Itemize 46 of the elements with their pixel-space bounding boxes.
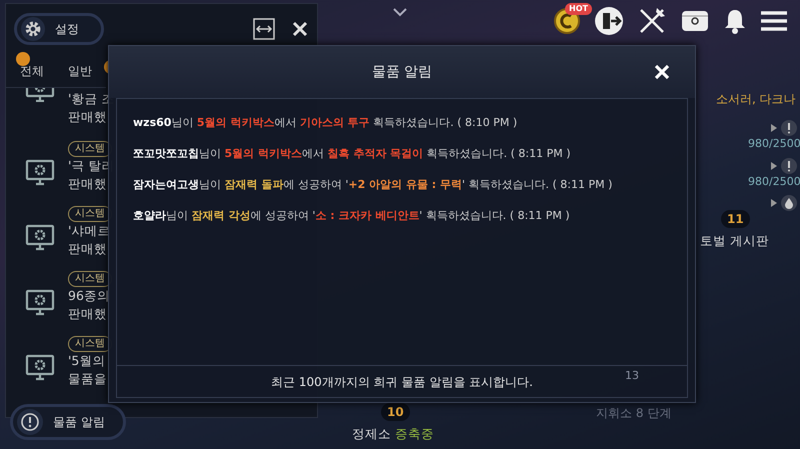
command-label: 지휘소 8 단계 [596, 405, 672, 422]
message-text: 판매했 [68, 108, 108, 126]
dialog-title: 물품 알림 [372, 62, 432, 82]
menu-icon[interactable] [760, 10, 788, 32]
message-text: '극 탈리 [68, 157, 114, 175]
board-label: 토벌 게시판 [700, 232, 769, 250]
drop-icon [780, 195, 797, 211]
tab[interactable]: 전체 [20, 64, 44, 78]
play-icon [770, 124, 777, 132]
message-text: 판매했 [68, 175, 108, 193]
exclamation-icon [780, 158, 797, 174]
command-count: 13 [625, 368, 639, 384]
footer-note: 최근 100개까지의 희귀 물품 알림을 표시합니다. [271, 374, 533, 390]
chevron-down-icon[interactable] [392, 6, 408, 17]
quest-count-text: 980/2500 [748, 136, 800, 152]
monitor-icon [24, 288, 56, 318]
bell-icon[interactable] [723, 7, 747, 35]
expand-icon[interactable] [253, 18, 275, 40]
board-count: 11 [721, 210, 750, 228]
exit-door-icon[interactable] [594, 6, 624, 36]
message-text: 판매했 [68, 240, 108, 258]
exclamation-icon [780, 120, 797, 136]
party-label: 소서러, 다크나 [716, 91, 796, 108]
refinery-label: 정제소 증축중 [352, 425, 434, 443]
quest-count-text: 980/2500 [748, 174, 800, 190]
notification-message: 잠자는여고생님이 잠재력 돌파에 성공하여 '+2 아알의 유물 : 무력' 획득하셨습니다. ( 8:11 PM ) [132, 177, 614, 193]
item-alert-button[interactable]: 물품 알림 [10, 404, 126, 440]
play-icon [770, 199, 777, 207]
monitor-icon [24, 158, 56, 188]
monitor-icon [24, 223, 56, 253]
refinery-count: 10 [381, 403, 410, 421]
tab[interactable]: 일반 [68, 64, 92, 78]
hot-badge: HOT [565, 3, 592, 15]
notification-message: 쪼꼬맛쪼꼬칩 님이 5월의 럭키박스에서 칠흑 추적자 목걸이 획득하셨습니다. ( 8:11 PM ) [132, 146, 572, 162]
close-icon[interactable] [291, 20, 309, 38]
message-text: 96종의 [68, 287, 111, 305]
settings-button[interactable]: 설정 [14, 13, 104, 45]
message-text: '샤메르 [68, 222, 112, 240]
notification-message: wzs60님이 5월의 럭키박스에서 기아스의 투구 획득하셨습니다. ( 8:10 PM ) [132, 115, 518, 131]
message-text: '5월의 [68, 352, 106, 370]
monitor-icon [24, 353, 56, 383]
message-text: 물품을 [68, 370, 108, 388]
message-text: 판매했 [68, 305, 108, 323]
notification-message: 호얄라님이 잠재력 각성에 성공하여 '소 : 크자카 베디안트' 획득하셨습니다. ( 8:11 PM ) [132, 208, 571, 224]
play-icon [770, 162, 777, 170]
alert-icon [20, 412, 40, 432]
